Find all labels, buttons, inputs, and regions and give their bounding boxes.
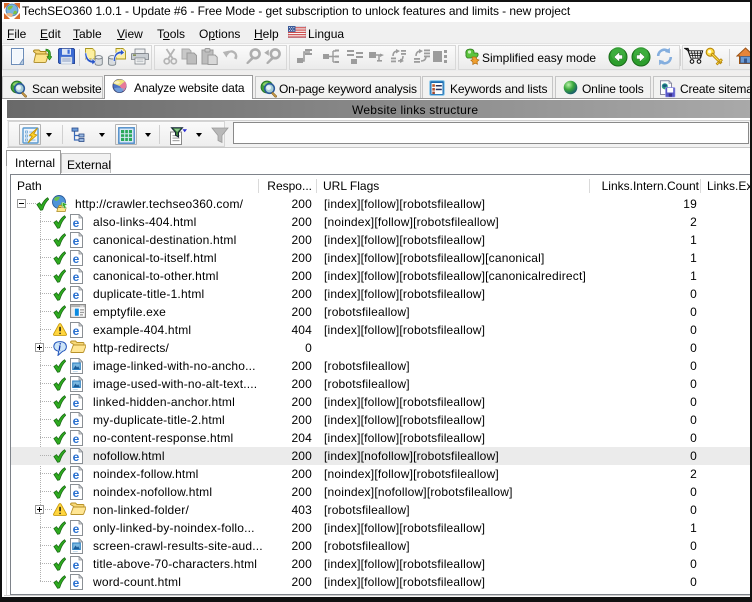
svg-text:e: e	[73, 432, 80, 446]
svg-text:e: e	[73, 270, 80, 284]
svg-text:e: e	[73, 414, 80, 428]
svg-text:e: e	[73, 576, 80, 590]
svg-text:e: e	[73, 558, 80, 572]
svg-text:e: e	[73, 396, 80, 410]
svg-text:e: e	[73, 486, 80, 500]
svg-text:e: e	[73, 522, 80, 536]
svg-text:i: i	[58, 343, 61, 354]
svg-text:e: e	[73, 324, 80, 338]
svg-text:e: e	[73, 468, 80, 482]
svg-text:e: e	[73, 216, 80, 230]
svg-text:e: e	[73, 288, 80, 302]
svg-text:e: e	[73, 450, 80, 464]
svg-text:e: e	[73, 252, 80, 266]
svg-text:e: e	[73, 234, 80, 248]
